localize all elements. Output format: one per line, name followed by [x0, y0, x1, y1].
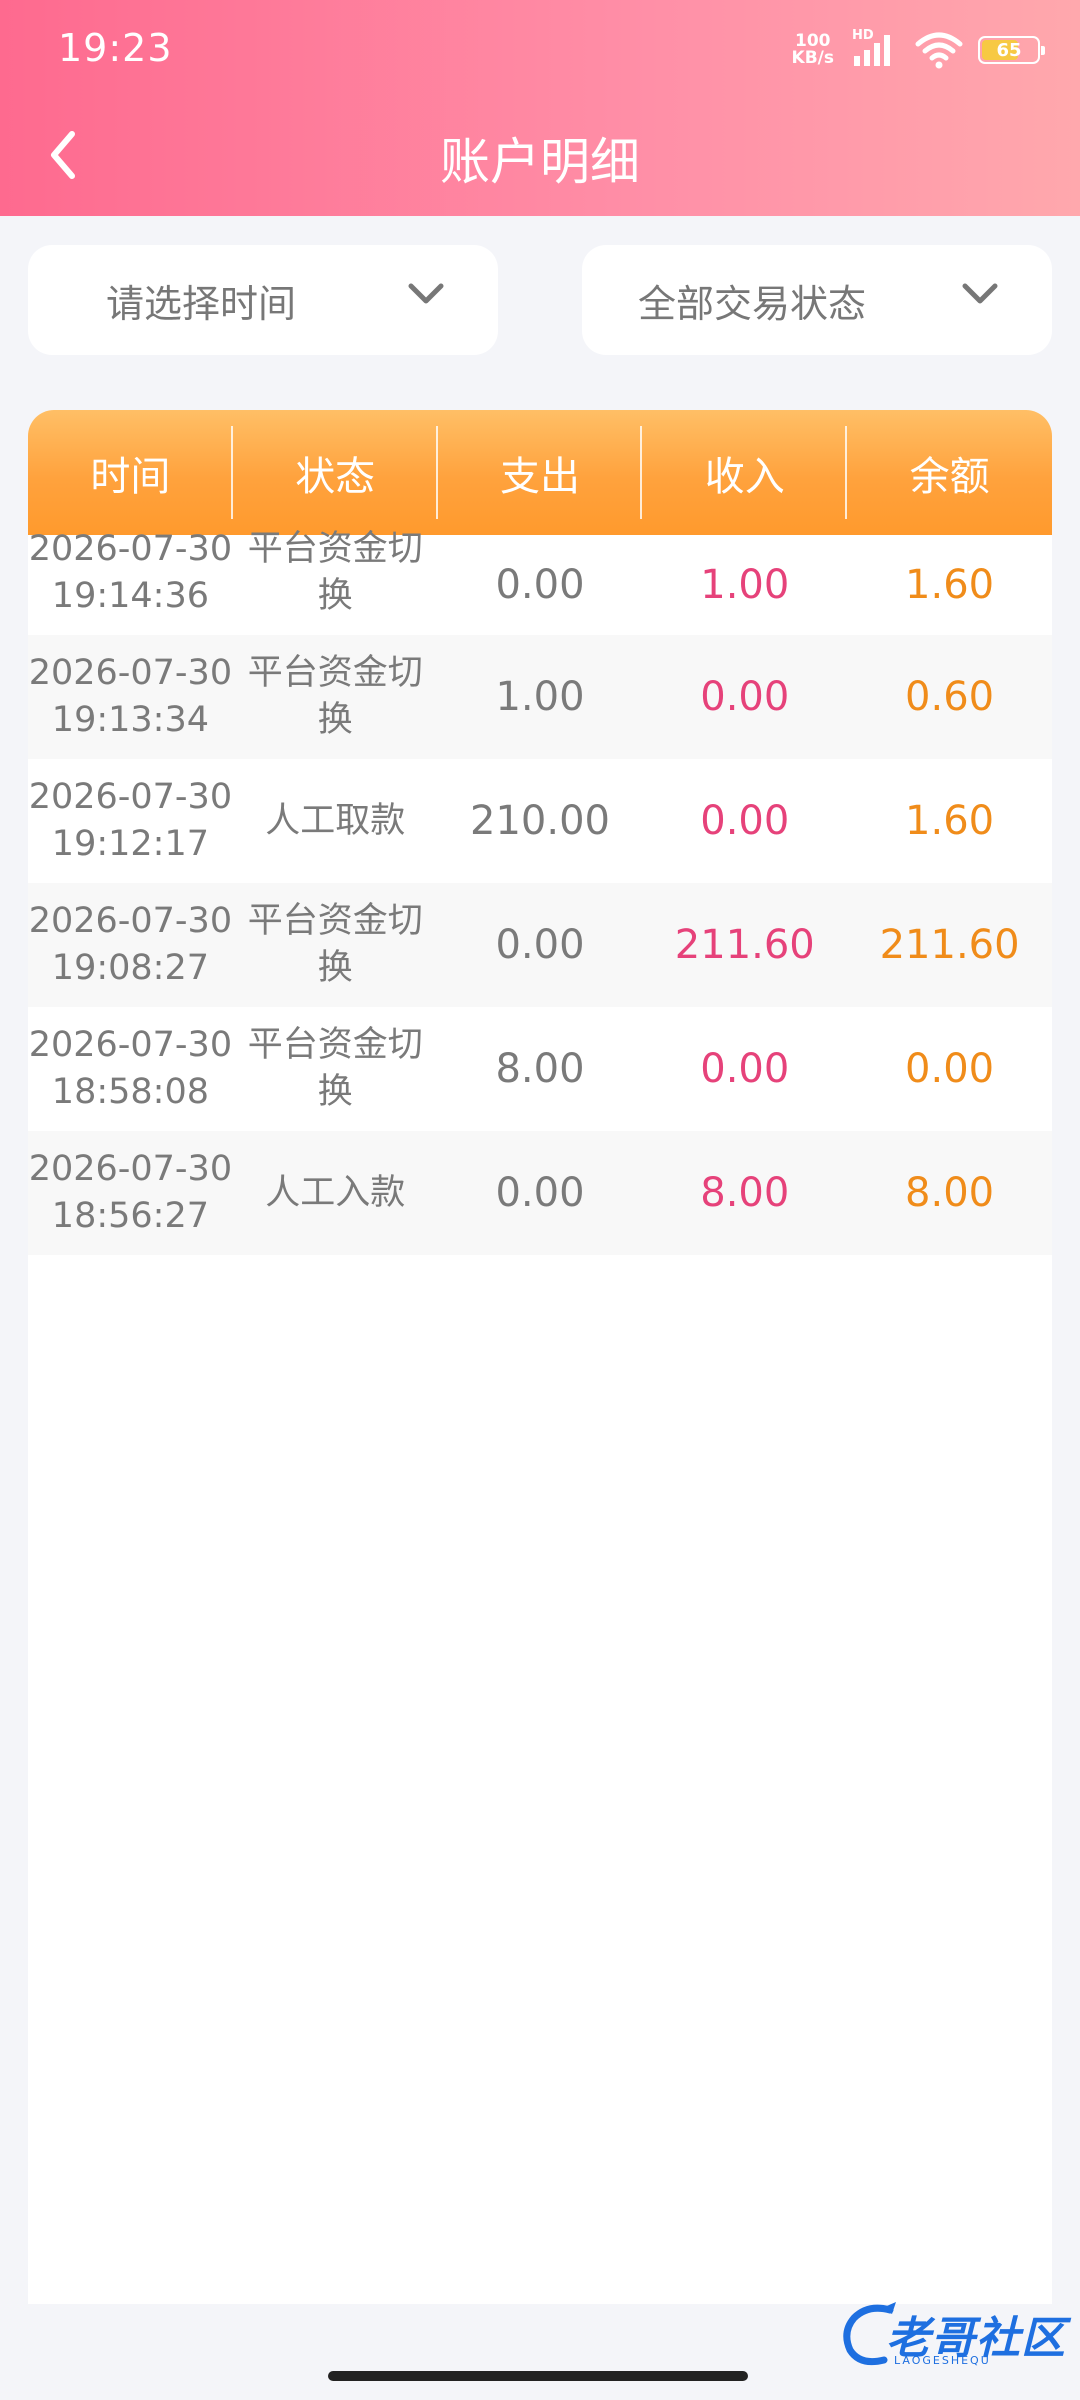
cell-clock: 19:14:36	[51, 576, 209, 616]
cell-income: 211.60	[674, 921, 815, 968]
time-filter-dropdown[interactable]: 请选择时间	[28, 245, 498, 355]
cell-status-line1: 平台资金切	[247, 1025, 423, 1065]
cell-status-line2: 换	[317, 700, 353, 740]
app-header: 19:23 100 KB/s HD 65 账户明细	[0, 0, 1080, 216]
cell-income: 0.00	[700, 797, 790, 844]
cell-expense: 8.00	[495, 1045, 585, 1092]
home-indicator[interactable]	[328, 2371, 748, 2381]
status-time: 19:23	[58, 26, 173, 70]
cell-date: 2026-07-30	[28, 529, 233, 569]
column-header-expense: 支出	[438, 410, 643, 535]
column-header-balance: 余额	[909, 453, 990, 500]
cell-status: 平台资金切换	[233, 650, 438, 744]
transactions-table: 时间 状态 支出 收入 余额 2026-07-30 19:14:36 平台资金切换…	[28, 410, 1052, 2304]
cell-date: 2026-07-30	[28, 1149, 233, 1189]
cell-expense: 0.00	[495, 921, 585, 968]
cell-income: 8.00	[700, 1169, 790, 1216]
cell-time: 2026-07-30 18:58:08	[28, 1022, 233, 1116]
cell-income: 1.00	[700, 561, 790, 608]
cell-status-line2: 换	[317, 576, 353, 616]
column-header-status: 状态	[233, 410, 438, 535]
cell-date: 2026-07-30	[28, 1025, 233, 1065]
network-speed: 100 KB/s	[792, 33, 834, 67]
cell-status: 平台资金切换	[233, 1022, 438, 1116]
cell-expense: 0.00	[495, 1169, 585, 1216]
chevron-down-icon	[408, 283, 444, 304]
cell-status: 平台资金切换	[233, 898, 438, 992]
cellular-signal-icon: HD	[848, 28, 900, 70]
cell-status-line1: 人工入款	[265, 1172, 406, 1213]
cell-status-line1: 平台资金切	[247, 901, 423, 941]
table-row[interactable]: 2026-07-30 19:12:17 人工取款 210.00 0.00 1.60	[28, 759, 1052, 883]
cell-date: 2026-07-30	[28, 653, 233, 693]
table-row[interactable]: 2026-07-30 18:56:27 人工入款 0.00 8.00 8.00	[28, 1131, 1052, 1255]
status-filter-dropdown[interactable]: 全部交易状态	[582, 245, 1052, 355]
cell-expense: 210.00	[470, 797, 610, 844]
wifi-icon	[915, 32, 963, 69]
cell-status-line1: 人工取款	[265, 800, 406, 841]
cell-clock: 19:12:17	[51, 824, 209, 864]
cell-balance: 1.60	[905, 797, 995, 844]
cell-status-line1: 平台资金切	[247, 529, 423, 569]
table-body[interactable]: 2026-07-30 19:14:36 平台资金切换 0.00 1.00 1.60…	[28, 529, 1052, 1255]
cell-status: 平台资金切换	[233, 526, 438, 620]
cell-status-line1: 平台资金切	[247, 653, 423, 693]
battery-icon: 65	[978, 36, 1045, 64]
cell-income: 0.00	[700, 673, 790, 720]
cell-time: 2026-07-30 19:08:27	[28, 898, 233, 992]
table-row[interactable]: 2026-07-30 19:08:27 平台资金切换 0.00 211.60 21…	[28, 883, 1052, 1007]
table-row[interactable]: 2026-07-30 19:14:36 平台资金切换 0.00 1.00 1.60	[28, 529, 1052, 635]
cell-time: 2026-07-30 18:56:27	[28, 1146, 233, 1240]
hd-label: HD	[852, 28, 874, 43]
cell-clock: 19:08:27	[51, 948, 209, 988]
cell-balance: 8.00	[905, 1169, 995, 1216]
cell-expense: 1.00	[495, 673, 585, 720]
cell-status-line2: 换	[317, 1072, 353, 1112]
cell-clock: 19:13:34	[51, 700, 209, 740]
cell-balance: 1.60	[905, 561, 995, 608]
cell-balance: 0.00	[905, 1045, 995, 1092]
cell-balance: 0.60	[905, 673, 995, 720]
table-row[interactable]: 2026-07-30 19:13:34 平台资金切换 1.00 0.00 0.60	[28, 635, 1052, 759]
cell-status-line2: 换	[317, 948, 353, 988]
cell-time: 2026-07-30 19:13:34	[28, 650, 233, 744]
cell-date: 2026-07-30	[28, 901, 233, 941]
time-filter-label: 请选择时间	[106, 281, 297, 326]
watermark-subtext: LAOGESHEQU	[894, 2354, 991, 2367]
cell-balance: 211.60	[879, 921, 1020, 968]
cell-status: 人工取款	[233, 798, 438, 845]
status-filter-label: 全部交易状态	[638, 281, 867, 326]
column-header-time: 时间	[28, 410, 233, 535]
cell-expense: 0.00	[495, 561, 585, 608]
chevron-down-icon	[962, 283, 998, 304]
table-header: 时间 状态 支出 收入 余额	[28, 410, 1052, 535]
cell-income: 0.00	[700, 1045, 790, 1092]
cell-clock: 18:58:08	[51, 1072, 209, 1112]
network-speed-unit: KB/s	[791, 48, 834, 68]
battery-level: 65	[996, 39, 1022, 61]
page-title: 账户明细	[440, 133, 640, 191]
status-icons: 100 KB/s HD 65	[792, 28, 1045, 72]
cell-clock: 18:56:27	[51, 1196, 209, 1236]
watermark-logo: 老哥社区 LAOGESHEQU	[838, 2298, 1066, 2372]
table-row[interactable]: 2026-07-30 18:58:08 平台资金切换 8.00 0.00 0.00	[28, 1007, 1052, 1131]
cell-status: 人工入款	[233, 1170, 438, 1217]
cell-date: 2026-07-30	[28, 777, 233, 817]
column-header-income: 收入	[642, 410, 847, 535]
cell-time: 2026-07-30 19:12:17	[28, 774, 233, 868]
cell-time: 2026-07-30 19:14:36	[28, 526, 233, 620]
